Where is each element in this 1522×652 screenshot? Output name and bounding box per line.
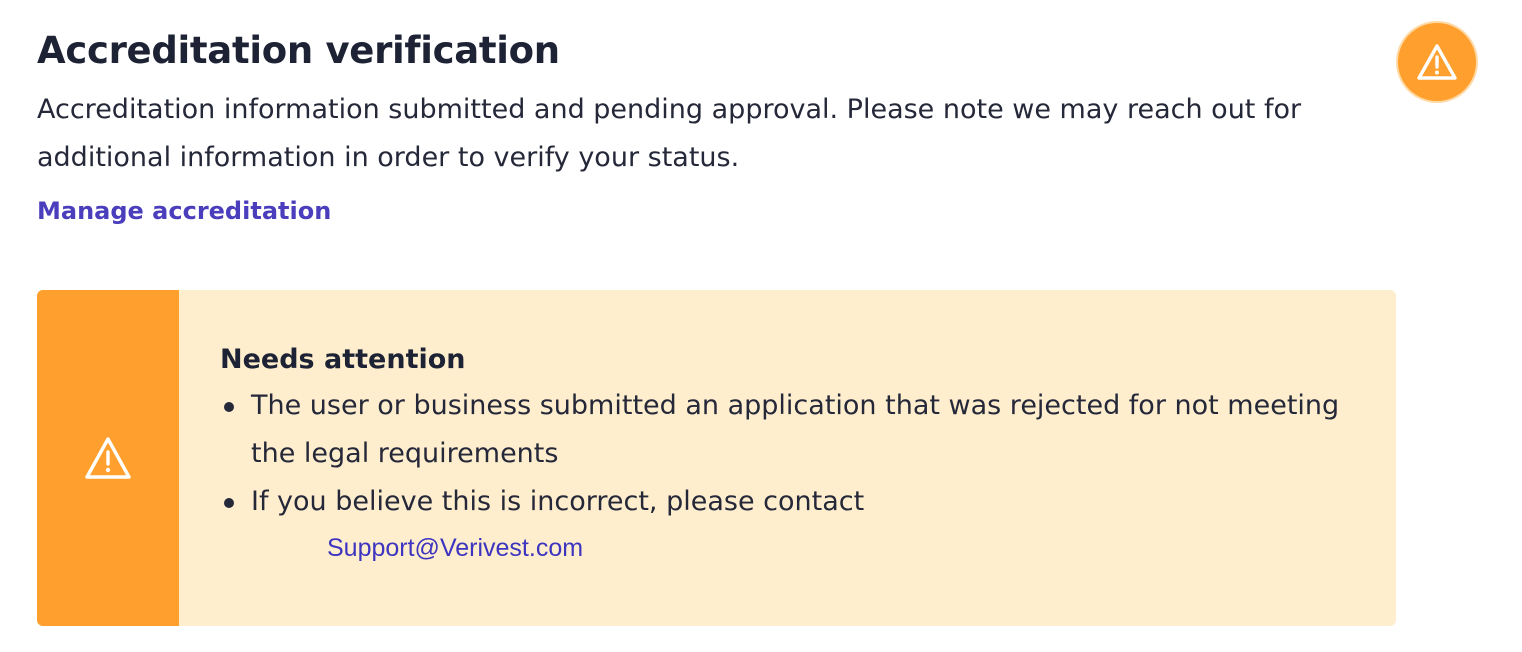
manage-accreditation-link[interactable]: Manage accreditation — [37, 193, 331, 229]
support-email-link[interactable]: Support@Verivest.com — [327, 533, 583, 563]
list-item-text: The user or business submitted an applic… — [251, 390, 1340, 469]
alert-body: Needs attention The user or business sub… — [220, 338, 1340, 526]
list-item: The user or business submitted an applic… — [220, 382, 1340, 478]
bullet-icon — [224, 402, 234, 412]
list-item: If you believe this is incorrect, please… — [220, 478, 1340, 526]
alert-title: Needs attention — [220, 344, 466, 375]
status-warning-badge — [1398, 23, 1476, 101]
warning-icon — [85, 437, 131, 479]
alert-list: The user or business submitted an applic… — [220, 382, 1340, 526]
status-description: Accreditation information submitted and … — [37, 94, 1302, 173]
alert-accent-stripe — [37, 290, 179, 626]
list-item-text: If you believe this is incorrect, please… — [251, 486, 865, 517]
needs-attention-alert: Needs attention The user or business sub… — [37, 290, 1396, 626]
warning-icon — [1417, 44, 1457, 80]
bullet-icon — [224, 498, 234, 508]
page-title: Accreditation verification — [37, 29, 560, 72]
